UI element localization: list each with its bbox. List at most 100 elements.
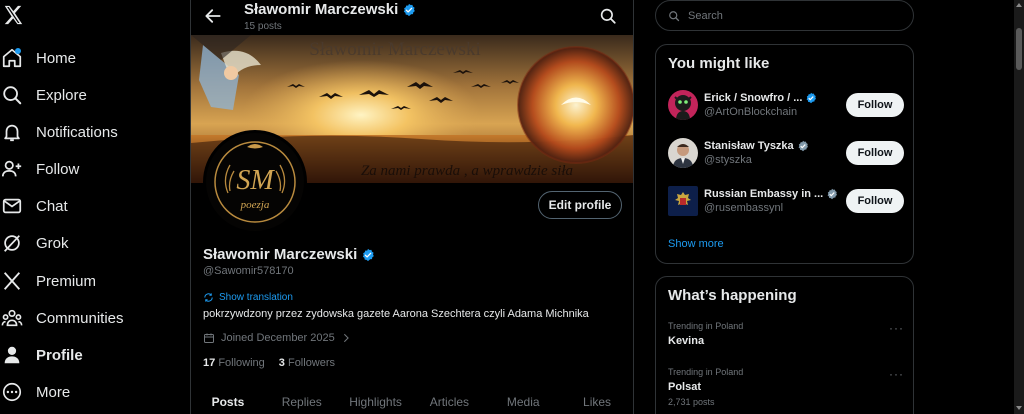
verified-badge-icon — [826, 188, 838, 200]
followers-count: 3 — [278, 357, 285, 369]
avatar-word: poezja — [240, 199, 270, 211]
notification-dot — [15, 48, 21, 54]
profile-display-name: Sławomir Marczewski — [203, 246, 358, 263]
who-to-follow-panel: You might like Erick / Snowfro / ... @Ar… — [655, 44, 914, 264]
suggestion-name: Stanisław Tyszka — [704, 140, 794, 152]
nav-label: Notifications — [36, 123, 118, 141]
scroll-down-arrow-icon[interactable] — [1015, 404, 1023, 412]
verified-badge-icon[interactable] — [361, 248, 375, 262]
search-input[interactable]: Search — [655, 0, 914, 31]
nav-label: Chat — [36, 197, 68, 215]
avatar — [668, 138, 698, 168]
suggestion-item[interactable]: Stanisław Tyszka @styszka Follow — [668, 136, 904, 170]
nav-premium[interactable]: Premium — [0, 264, 170, 298]
tab-highlights[interactable]: Highlights — [339, 384, 413, 414]
nav-label: Follow — [36, 160, 80, 178]
followers-link[interactable]: 3 Followers — [279, 357, 335, 369]
chevron-right-icon[interactable] — [341, 333, 351, 343]
joined-label: Joined December 2025 — [221, 332, 335, 344]
grok-icon — [1, 232, 23, 254]
mail-icon — [1, 195, 23, 217]
trend-item[interactable]: Trending in Poland Kevina ··· — [668, 321, 904, 347]
following-link[interactable]: 17 Following — [203, 357, 265, 369]
tab-media[interactable]: Media — [486, 384, 560, 414]
scroll-up-arrow-icon[interactable] — [1015, 1, 1023, 9]
panel-title: You might like — [668, 55, 770, 72]
panel-title: What’s happening — [668, 287, 797, 304]
person-icon — [1, 344, 23, 366]
more-circle-icon — [1, 381, 23, 403]
profile-tabs: Posts Replies Highlights Articles Media … — [191, 384, 633, 414]
left-navigation: Home Explore Notifications Follow Chat G… — [0, 0, 190, 414]
trend-topic: Polsat — [668, 381, 702, 393]
verified-badge-icon — [797, 140, 809, 152]
nav-notifications[interactable]: Notifications — [0, 115, 170, 149]
following-count: 17 — [203, 357, 216, 369]
follow-button[interactable]: Follow — [846, 189, 904, 213]
header-name: Sławomir Marczewski — [244, 1, 399, 18]
home-icon — [1, 47, 23, 69]
nav-chat[interactable]: Chat — [0, 189, 170, 223]
people-icon — [1, 307, 23, 329]
nav-label: Premium — [36, 272, 97, 290]
profile-column: Sławomir Marczewski 15 posts Sławomir Ma… — [190, 0, 634, 414]
banner-title: Sławomir Marczewski — [309, 39, 480, 60]
nav-profile[interactable]: Profile — [0, 338, 170, 372]
show-translation-link[interactable]: Show translation — [203, 292, 293, 303]
verified-badge-icon — [805, 92, 817, 104]
trend-context: Trending in Poland — [668, 321, 744, 331]
post-count: 15 posts — [244, 21, 282, 32]
show-translation-label: Show translation — [219, 292, 293, 303]
x-icon — [1, 270, 23, 292]
profile-bio: pokrzywdzony przez zydowska gazete Aaron… — [203, 308, 589, 320]
search-icon — [668, 10, 680, 22]
whats-happening-panel: What’s happening Trending in Poland Kevi… — [655, 276, 914, 414]
header-title: Sławomir Marczewski — [244, 1, 416, 18]
suggestion-name-row: Stanisław Tyszka — [704, 140, 846, 152]
suggestion-name: Russian Embassy in ... — [704, 188, 824, 200]
trend-context: Trending in Poland — [668, 367, 744, 377]
profile-name: Sławomir Marczewski — [203, 246, 375, 263]
trend-item[interactable]: Trending in Poland Polsat 2,731 posts ··… — [668, 367, 904, 407]
suggestion-name: Erick / Snowfro / ... — [704, 92, 803, 104]
nav-explore[interactable]: Explore — [0, 78, 170, 112]
following-label: Following — [218, 357, 265, 369]
follow-stats: 17 Following 3 Followers — [203, 357, 335, 369]
trend-topic: Kevina — [668, 335, 705, 347]
more-options-icon[interactable]: ··· — [889, 367, 904, 381]
follow-button[interactable]: Follow — [846, 141, 904, 165]
nav-label: Explore — [36, 86, 87, 104]
nav-more[interactable]: More — [0, 375, 170, 409]
scrollbar-thumb[interactable] — [1016, 28, 1022, 70]
translate-icon — [203, 292, 214, 303]
suggestion-item[interactable]: Russian Embassy in ... @rusembassynl Fol… — [668, 184, 904, 218]
search-icon — [1, 84, 23, 106]
tab-posts[interactable]: Posts — [191, 384, 265, 414]
calendar-icon — [203, 332, 215, 344]
nav-label: More — [36, 383, 71, 401]
tab-replies[interactable]: Replies — [265, 384, 339, 414]
show-more-link[interactable]: Show more — [668, 238, 724, 250]
nav-grok[interactable]: Grok — [0, 226, 170, 260]
more-options-icon[interactable]: ··· — [889, 321, 904, 335]
bell-icon — [1, 121, 23, 143]
nav-label: Grok — [36, 234, 69, 252]
add-person-icon — [1, 158, 23, 180]
edit-profile-button[interactable]: Edit profile — [538, 191, 622, 219]
nav-home[interactable]: Home — [0, 41, 170, 75]
profile-avatar[interactable]: SM poezja — [203, 130, 307, 234]
suggestion-handle: @ArtOnBlockchain — [704, 106, 798, 118]
avatar-monogram: SM — [236, 165, 275, 196]
search-icon[interactable] — [599, 7, 617, 25]
avatar — [668, 90, 698, 120]
nav-label: Communities — [36, 309, 124, 327]
nav-communities[interactable]: Communities — [0, 301, 170, 335]
back-arrow-icon[interactable] — [203, 6, 223, 26]
tab-articles[interactable]: Articles — [412, 384, 486, 414]
suggestion-item[interactable]: Erick / Snowfro / ... @ArtOnBlockchain F… — [668, 88, 904, 122]
nav-follow[interactable]: Follow — [0, 152, 170, 186]
x-logo-icon[interactable] — [2, 4, 24, 28]
follow-button[interactable]: Follow — [846, 93, 904, 117]
tab-likes[interactable]: Likes — [560, 384, 633, 414]
suggestion-name-row: Erick / Snowfro / ... — [704, 92, 846, 104]
